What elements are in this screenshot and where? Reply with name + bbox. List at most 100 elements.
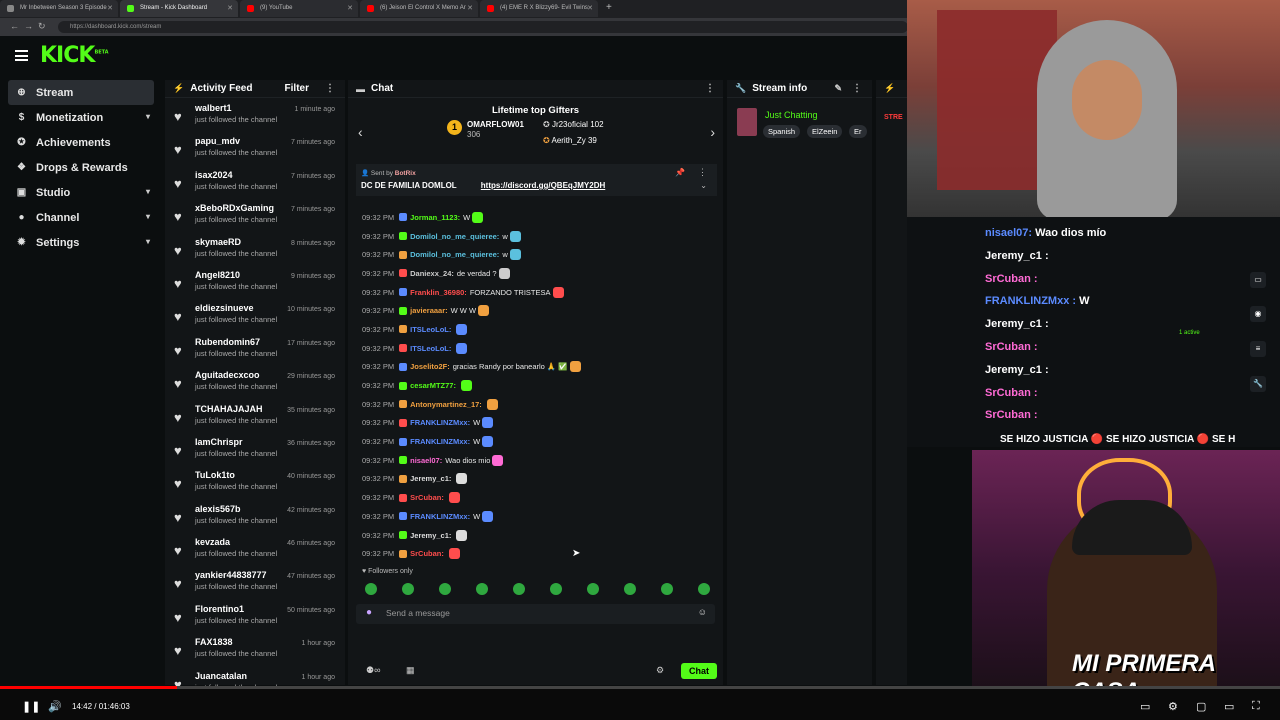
- chat-username[interactable]: ITSLeoLoL:: [410, 325, 451, 334]
- chat-username[interactable]: Joselito2F:: [410, 362, 450, 371]
- chat-username[interactable]: FRANKLINZMxx:: [410, 437, 470, 446]
- browser-tab[interactable]: (6) Jeison El Control X Memo Ar ✕: [360, 0, 478, 17]
- chevron-down-icon[interactable]: ▾: [146, 212, 150, 221]
- close-icon[interactable]: ✕: [587, 4, 593, 12]
- sidebar-item-stream[interactable]: ⊕ Stream: [8, 80, 154, 105]
- browser-tab[interactable]: Mr Inbetween Season 3 Episode ✕: [0, 0, 118, 17]
- chat-username[interactable]: Jorman_1123:: [410, 213, 460, 222]
- discord-link[interactable]: https://discord.gg/QBEqJMY2DH: [481, 181, 605, 190]
- heart-icon: ♥: [174, 609, 182, 625]
- close-icon[interactable]: ✕: [467, 4, 473, 12]
- browser-tab[interactable]: (4) EME R X Blizzy69- Evil Twins ✕: [480, 0, 598, 17]
- broadcast-icon[interactable]: ◉: [1250, 306, 1266, 322]
- message-time: 09:32 PM: [362, 381, 395, 391]
- emoji-icon[interactable]: ☺: [698, 607, 707, 617]
- send-chat-button[interactable]: Chat: [681, 663, 717, 679]
- close-icon[interactable]: ✕: [107, 4, 113, 12]
- back-icon[interactable]: ←: [10, 21, 19, 31]
- chat-username[interactable]: ITSLeoLoL:: [410, 344, 451, 353]
- webcam-overlay-bottom: MI PRIMERA CASA: [972, 450, 1280, 690]
- emote-icon[interactable]: [624, 583, 636, 596]
- emote-icon[interactable]: [476, 583, 488, 596]
- edit-icon[interactable]: ✎: [834, 83, 842, 94]
- chat-username[interactable]: nisael07:: [410, 456, 442, 465]
- settings-icon[interactable]: ⚙: [656, 665, 664, 676]
- chat-username[interactable]: Franklin_36980:: [410, 288, 467, 297]
- pin-icon[interactable]: 📌: [675, 168, 685, 177]
- pinned-text-row: DC DE FAMILIA DOMLOL https://discord.gg/…: [361, 181, 717, 190]
- sidebar-item-channel[interactable]: ● Channel ▾: [0, 205, 162, 230]
- menu-icon[interactable]: [15, 50, 28, 61]
- chat-username[interactable]: SrCuban:: [410, 549, 444, 558]
- chat-username[interactable]: cesarMTZ77:: [410, 381, 456, 390]
- chat-username[interactable]: SrCuban:: [410, 493, 444, 502]
- sidebar: ⊕ Stream $ Monetization ▾ ✪ Achievements ❖ Drops…: [0, 80, 162, 680]
- sidebar-item-monetization[interactable]: $ Monetization ▾: [0, 105, 162, 130]
- chat-username[interactable]: Daniexx_24:: [410, 269, 454, 278]
- fullscreen-icon[interactable]: ⛶: [1252, 700, 1260, 713]
- mic-icon[interactable]: ●: [366, 607, 372, 618]
- emote-icon[interactable]: [402, 583, 414, 596]
- emote-icon[interactable]: [698, 583, 710, 596]
- close-icon[interactable]: ✕: [347, 4, 353, 12]
- pinned-message: 👤 Sent by BotRix DC DE FAMILIA DOMLOL ht…: [356, 164, 717, 196]
- miniplayer-icon[interactable]: ▢: [1196, 700, 1206, 713]
- sidebar-item-achievements[interactable]: ✪ Achievements: [0, 130, 162, 155]
- close-icon[interactable]: ✕: [227, 4, 233, 12]
- chat-username[interactable]: FRANKLINZMxx:: [410, 418, 470, 427]
- emote-icon[interactable]: [550, 583, 562, 596]
- sidebar-item-drops-rewards[interactable]: ❖ Drops & Rewards: [0, 155, 162, 180]
- chevron-left-icon[interactable]: ‹: [358, 124, 363, 140]
- chat-message: 09:32 PM SrCuban:: [362, 544, 723, 563]
- more-options-icon[interactable]: ⋮: [705, 83, 715, 94]
- chevron-down-icon[interactable]: ▾: [146, 112, 150, 121]
- chat-username[interactable]: Domilol_no_me_quieree:: [410, 250, 499, 259]
- more-options-icon[interactable]: ⋮: [852, 83, 862, 94]
- chat-username[interactable]: Antonymartinez_17:: [410, 400, 482, 409]
- url-input[interactable]: https://dashboard.kick.com/stream: [58, 21, 908, 33]
- heart-icon: ♥: [174, 309, 182, 325]
- more-options-icon[interactable]: ⋮: [698, 167, 707, 178]
- chevron-down-icon[interactable]: ▾: [146, 237, 150, 246]
- progress-bar[interactable]: [0, 686, 1280, 689]
- wrench-icon[interactable]: 🔧: [1250, 376, 1266, 392]
- new-tab-icon[interactable]: +: [600, 0, 618, 18]
- reload-icon[interactable]: ↻: [38, 21, 46, 32]
- filter-button[interactable]: Filter: [285, 83, 309, 94]
- more-options-icon[interactable]: ⋮: [325, 83, 335, 94]
- pause-icon[interactable]: ❚❚: [22, 700, 40, 713]
- emote-icon[interactable]: [365, 583, 377, 596]
- chat-username[interactable]: Jeremy_c1:: [410, 531, 451, 540]
- chat-username[interactable]: Jeremy_c1:: [410, 474, 451, 483]
- heart-icon: ♥: [174, 509, 182, 525]
- browser-tab[interactable]: Stream - Kick Dashboard ✕: [120, 0, 238, 17]
- sidebar-item-settings[interactable]: ✹ Settings ▾: [0, 230, 162, 255]
- category-name[interactable]: Just Chatting: [765, 110, 818, 120]
- chat-icon[interactable]: ▭: [1250, 272, 1266, 288]
- emote-icon[interactable]: [587, 583, 599, 596]
- sidebar-item-studio[interactable]: ▣ Studio ▾: [0, 180, 162, 205]
- chevron-down-icon[interactable]: ⌄: [700, 181, 707, 190]
- list-icon[interactable]: ≡: [1250, 341, 1266, 357]
- chat-input[interactable]: ● Send a message ☺: [356, 604, 715, 625]
- chat-username[interactable]: javieraaar:: [410, 306, 448, 315]
- chat-username[interactable]: Domilol_no_me_quieree:: [410, 232, 499, 241]
- message-text: w: [502, 231, 508, 241]
- chevron-right-icon[interactable]: ›: [710, 124, 715, 140]
- kick-logo[interactable]: KICKBETA: [40, 43, 109, 68]
- settings-icon[interactable]: ⚙: [1168, 700, 1178, 713]
- emote-icon[interactable]: [661, 583, 673, 596]
- emote-icon[interactable]: [439, 583, 451, 596]
- subtitles-icon[interactable]: ▭: [1140, 700, 1150, 713]
- users-icon[interactable]: ⚉∞: [366, 665, 380, 676]
- volume-icon[interactable]: 🔊: [48, 700, 62, 713]
- emote-icon[interactable]: [513, 583, 525, 596]
- chevron-down-icon[interactable]: ▾: [146, 187, 150, 196]
- theater-icon[interactable]: ▭: [1224, 700, 1234, 713]
- chat-header: ▬ Chat ⋮: [348, 80, 723, 98]
- browser-tab[interactable]: (9) YouTube ✕: [240, 0, 358, 17]
- forward-icon[interactable]: →: [24, 21, 33, 31]
- calendar-icon[interactable]: ▦: [406, 665, 415, 676]
- message-text: W W W: [450, 306, 477, 316]
- chat-username[interactable]: FRANKLINZMxx:: [410, 512, 470, 521]
